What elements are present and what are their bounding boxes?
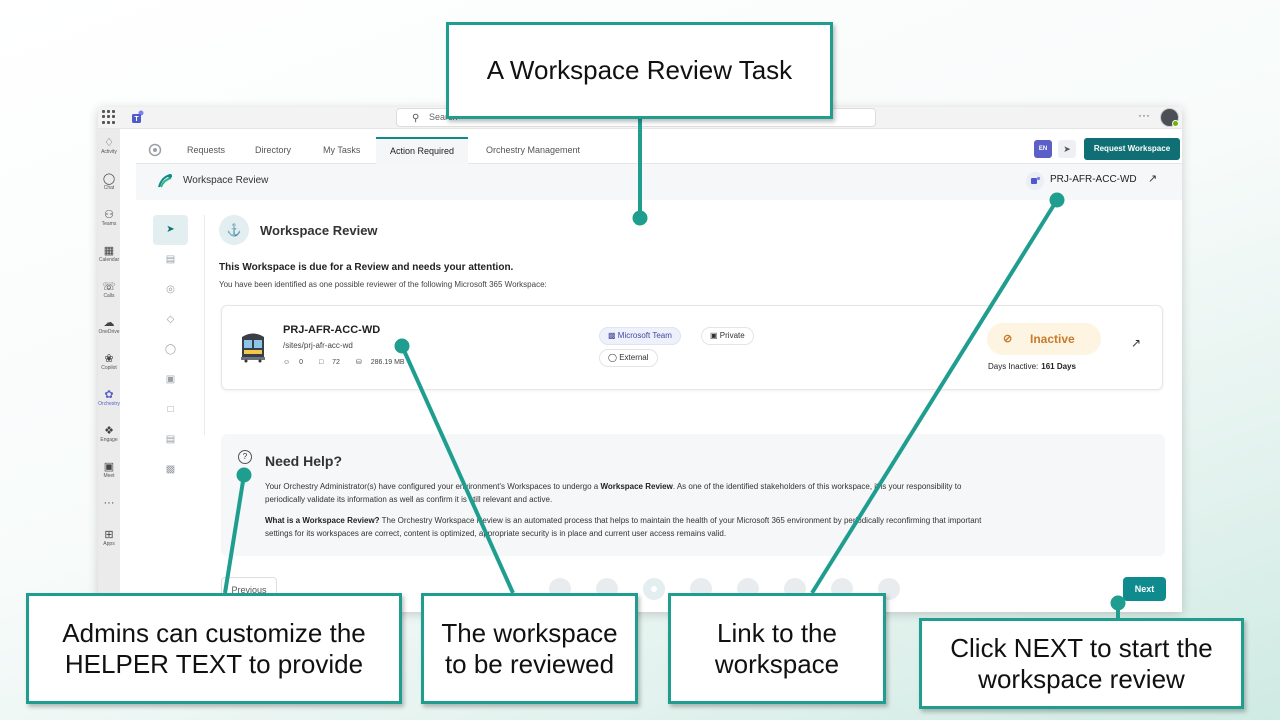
tab-my-tasks[interactable]: My Tasks: [309, 137, 374, 164]
help-paragraph-2: What is a Workspace Review? The Orchestr…: [265, 516, 982, 538]
app-rail: ♢ Activity ◯ Chat ⚇ Teams ▦ Calendar ☏ Calls …: [98, 129, 120, 612]
sharing-badge: ◯ External: [599, 349, 658, 367]
lock-icon[interactable]: ▣: [153, 365, 188, 395]
review-icon: ⚓: [219, 215, 249, 245]
storage-stat: ⛁ 286.19 MB: [355, 359, 405, 366]
rail-item-chat[interactable]: ◯ Chat: [98, 173, 120, 192]
days-inactive: Days Inactive: 161 Days: [988, 362, 1076, 371]
cloud-icon: ☁: [103, 317, 115, 329]
orchestry-logo-icon: [148, 143, 162, 157]
step-nav: ➤ ▤ ◎ ◇ ◯ ▣ □ ▤ ▩: [153, 215, 188, 595]
help-icon: ?: [238, 450, 252, 464]
calendar-icon: ▦: [103, 245, 115, 257]
tab-directory[interactable]: Directory: [241, 137, 305, 164]
callout-next: Click NEXT to start the workspace review: [919, 618, 1244, 709]
rail-item-teams[interactable]: ⚇ Teams: [98, 209, 120, 228]
request-workspace-button[interactable]: Request Workspace: [1084, 138, 1180, 160]
rail-item-apps[interactable]: ⊞ Apps: [98, 529, 120, 548]
bell-icon: ♢: [104, 137, 114, 149]
help-paragraph-1: Your Orchestry Administrator(s) have con…: [265, 482, 962, 504]
divider: [204, 215, 205, 435]
teams-logo-icon: T: [132, 110, 144, 123]
presence-icon: [1172, 120, 1179, 127]
avatar[interactable]: [1160, 108, 1179, 127]
svg-text:T: T: [134, 116, 139, 123]
help-title: Need Help?: [265, 453, 343, 469]
orchestry-icon: ✿: [104, 389, 114, 401]
archive-icon[interactable]: ▤: [153, 245, 188, 275]
external-link-icon[interactable]: ↗: [1131, 336, 1141, 350]
teams-icon: ▩: [608, 331, 616, 340]
more-options-icon[interactable]: ···: [1138, 108, 1150, 122]
document-icon[interactable]: □: [153, 395, 188, 425]
callout-helper-text: Admins can customize the HELPER TEXT to …: [26, 593, 402, 704]
teams-window: T ⚲ Search ··· ♢ Activity ◯ Chat ⚇ Teams ▦ C…: [98, 107, 1182, 612]
workspace-path: /sites/prj-afr-acc-wd: [283, 341, 353, 350]
shield-icon: ◯: [608, 353, 617, 362]
page-title: Workspace Review: [183, 175, 269, 186]
rail-item-calls[interactable]: ☏ Calls: [98, 281, 120, 300]
tag-icon[interactable]: ◇: [153, 305, 188, 335]
app-launcher-icon[interactable]: [102, 110, 116, 124]
workspace-name: PRJ-AFR-ACC-WD: [283, 324, 381, 336]
rail-item-engage[interactable]: ❖ Engage: [98, 425, 120, 444]
tab-orchestry-management[interactable]: Orchestry Management: [472, 137, 594, 164]
rail-item-onedrive[interactable]: ☁ OneDrive: [98, 317, 120, 336]
users-icon: ☺: [283, 359, 291, 366]
help-panel: ? Need Help? Your Orchestry Administrato…: [221, 434, 1165, 556]
tab-requests[interactable]: Requests: [173, 137, 239, 164]
copilot-icon: ❀: [104, 353, 114, 365]
rocket-icon[interactable]: ➤: [153, 215, 188, 245]
type-badge: ▩ Microsoft Team: [599, 327, 681, 345]
workspace-avatar-icon: [241, 333, 265, 363]
members-stat: ☺ 0: [283, 359, 304, 366]
plus-icon: ⊞: [104, 529, 114, 541]
workspace-card: PRJ-AFR-ACC-WD /sites/prj-afr-acc-wd ☺ 0…: [221, 305, 1163, 390]
status-badge: ⊘ Inactive: [987, 323, 1101, 355]
block-icon: ⊘: [1003, 333, 1013, 345]
rail-item-orchestry[interactable]: ✿ Orchestry: [98, 389, 120, 408]
chat-icon: ◯: [102, 173, 116, 185]
privacy-badge: ▣ Private: [701, 327, 754, 345]
page-header: Workspace Review PRJ-AFR-ACC-WD ↗: [136, 164, 1182, 200]
step-indicator-current[interactable]: [643, 578, 665, 600]
workspace-review-logo-icon: [158, 174, 172, 188]
next-button[interactable]: Next: [1123, 577, 1166, 601]
search-icon: ⚲: [412, 113, 420, 124]
rail-item-calendar[interactable]: ▦ Calendar: [98, 245, 120, 264]
engage-icon: ❖: [104, 425, 114, 437]
identified-text: You have been identified as one possible…: [219, 280, 547, 289]
tab-action-required[interactable]: Action Required: [376, 137, 469, 164]
phone-icon: ☏: [102, 281, 116, 293]
rail-item-activity[interactable]: ♢ Activity: [98, 137, 120, 156]
video-icon: ▣: [103, 461, 115, 473]
rail-item-meet[interactable]: ▣ Meet: [98, 461, 120, 480]
rail-item-copilot[interactable]: ❀ Copilot: [98, 353, 120, 372]
callout-workspace: The workspace to be reviewed: [421, 593, 638, 704]
files-stat: □ 72: [318, 359, 340, 366]
workspace-stats: ☺ 0 □ 72 ⛁ 286.19 MB: [283, 358, 419, 366]
database-icon: ⛁: [355, 359, 362, 366]
language-button[interactable]: EN: [1034, 140, 1052, 158]
section-title: Workspace Review: [260, 223, 378, 238]
rail-more-icon[interactable]: ···: [98, 497, 120, 509]
send-icon[interactable]: ➤: [1058, 140, 1076, 158]
shield-icon[interactable]: ◯: [153, 335, 188, 365]
teams-icon: [1026, 172, 1044, 190]
external-link-icon[interactable]: ↗: [1148, 172, 1157, 185]
workspace-link[interactable]: PRJ-AFR-ACC-WD: [1050, 174, 1137, 185]
due-text: This Workspace is due for a Review and n…: [219, 262, 514, 273]
lock-icon: ▣: [710, 331, 718, 340]
file-icon: □: [318, 359, 324, 366]
list-icon[interactable]: ▤: [153, 425, 188, 455]
teams-icon: ⚇: [104, 209, 114, 221]
checklist-icon[interactable]: ▩: [153, 455, 188, 485]
tab-bar: Requests Directory My Tasks Action Requi…: [136, 137, 1182, 164]
callout-link: Link to the workspace: [668, 593, 886, 704]
callout-review-task: A Workspace Review Task: [446, 22, 833, 119]
target-icon[interactable]: ◎: [153, 275, 188, 305]
